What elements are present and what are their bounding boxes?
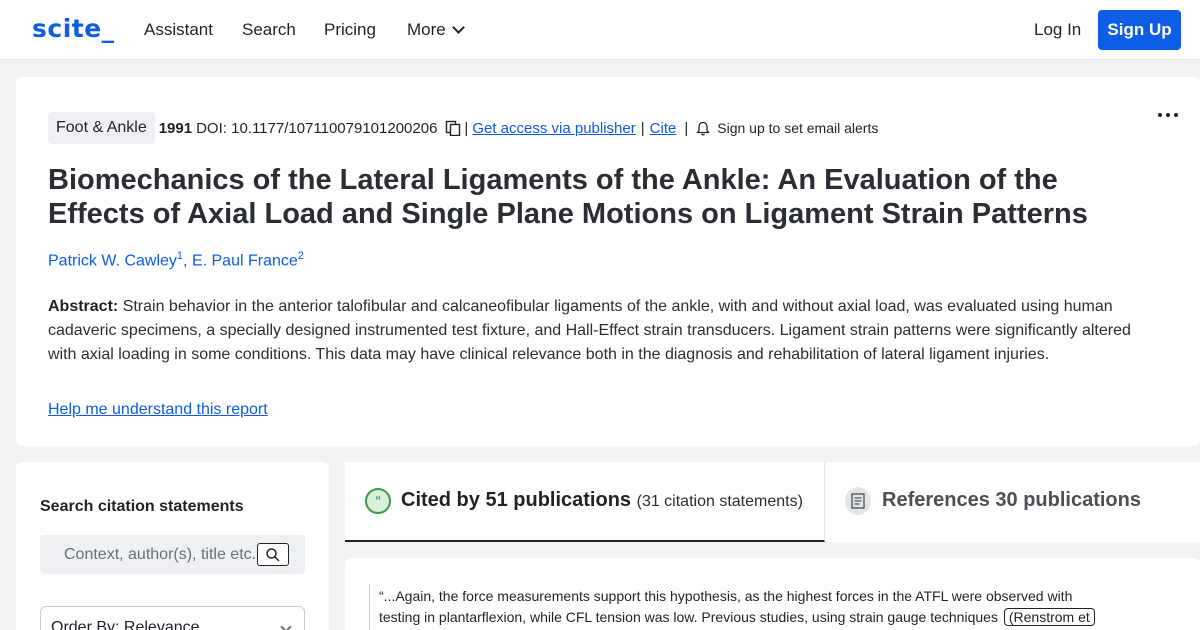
search-icon (266, 547, 280, 562)
search-button[interactable] (257, 543, 289, 566)
signup-button[interactable]: Sign Up (1098, 10, 1181, 50)
abstract-text: Strain behavior in the anterior talofibu… (48, 298, 1131, 363)
references-label: References 30 publications (882, 489, 1141, 511)
nav-search[interactable]: Search (242, 20, 296, 40)
more-options-icon[interactable] (1158, 113, 1178, 117)
chevron-down-icon (451, 21, 465, 34)
help-understand-link[interactable]: Help me understand this report (48, 401, 268, 419)
authors-list: Patrick W. Cawley1, E. Paul France2 (48, 250, 304, 270)
nav-more[interactable]: More (407, 20, 465, 40)
sidebar-title: Search citation statements (40, 498, 244, 515)
citation-snippet: “...Again, the force measurements suppor… (379, 586, 1099, 628)
affiliation-marker: 2 (297, 250, 304, 262)
quote-bubble-icon: ” (365, 488, 391, 514)
citation-statements-count: (31 citation statements) (636, 493, 803, 510)
document-icon (845, 487, 871, 515)
citation-search-input[interactable]: Context, author(s), title etc. (40, 535, 305, 574)
author-link[interactable]: Patrick W. Cawley (48, 252, 177, 269)
separator: | (464, 119, 469, 137)
tab-cited-by[interactable]: ” Cited by 51 publications (31 citation … (345, 462, 825, 542)
cite-link[interactable]: Cite (650, 120, 677, 137)
cited-by-title: Cited by 51 publications (401, 489, 632, 511)
scite-logo[interactable]: scite_ (32, 14, 115, 43)
citation-sidebar: Search citation statements Context, auth… (16, 462, 329, 630)
copy-icon[interactable] (445, 120, 461, 136)
paper-meta: Foot & Ankle 1991 DOI: 10.1177/107110079… (48, 112, 878, 144)
abstract: Abstract: Strain behavior in the anterio… (48, 295, 1158, 367)
nav-pricing[interactable]: Pricing (324, 20, 376, 40)
top-nav: scite_ Assistant Search Pricing More Log… (0, 0, 1200, 60)
tab-references[interactable]: References 30 publications (825, 462, 1200, 542)
citation-text: “...Again, the force measurements suppor… (379, 588, 1073, 625)
login-link[interactable]: Log In (1034, 20, 1081, 40)
author-separator: , (183, 252, 192, 270)
chevron-down-icon (280, 621, 292, 630)
separator: | (640, 119, 645, 137)
journal-badge[interactable]: Foot & Ankle (48, 112, 155, 144)
paper-title: Biomechanics of the Lateral Ligaments of… (48, 164, 1088, 230)
nav-more-label: More (407, 20, 446, 39)
order-by-label: Order By: Relevance (51, 619, 200, 630)
publication-year: 1991 (158, 119, 193, 137)
publisher-access-link[interactable]: Get access via publisher (472, 120, 635, 137)
quote-bar (369, 584, 370, 630)
doi-text: DOI: 10.1177/107110079101200206 (196, 119, 438, 137)
citation-tabs: ” Cited by 51 publications (31 citation … (345, 462, 1200, 542)
search-placeholder: Context, author(s), title etc. (64, 546, 257, 563)
order-by-select[interactable]: Order By: Relevance (40, 606, 305, 630)
citation-statement-card: “...Again, the force measurements suppor… (345, 558, 1200, 630)
abstract-label: Abstract: (48, 298, 119, 315)
cited-by-label: Cited by 51 publications (31 citation st… (401, 489, 803, 512)
author-link[interactable]: E. Paul France (192, 252, 298, 269)
reference-chip[interactable]: (Renstrom et (1003, 608, 1095, 626)
bell-icon[interactable] (696, 121, 711, 136)
paper-card: Foot & Ankle 1991 DOI: 10.1177/107110079… (16, 77, 1200, 446)
nav-assistant[interactable]: Assistant (144, 20, 213, 40)
email-alerts-link[interactable]: Sign up to set email alerts (717, 120, 878, 136)
separator: | (684, 119, 689, 137)
